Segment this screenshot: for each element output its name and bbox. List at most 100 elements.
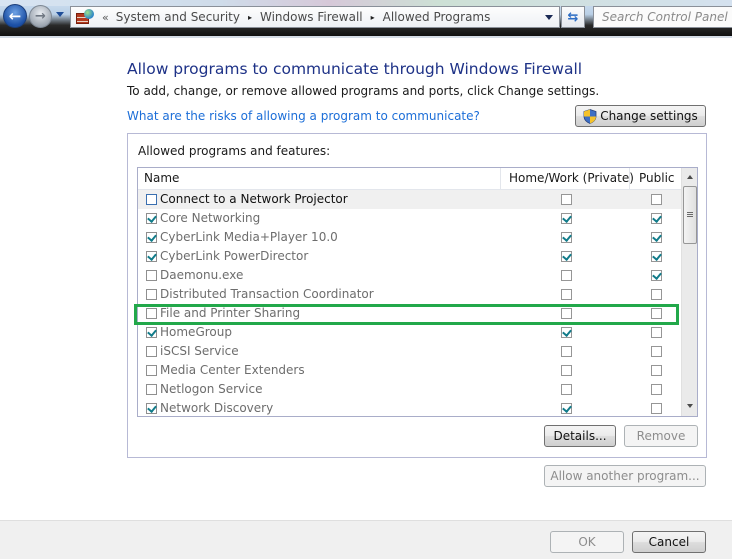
- list-header: Name Home/Work (Private) Public: [138, 168, 681, 190]
- breadcrumb-separator-icon[interactable]: ▸: [248, 13, 252, 22]
- home-work-checkbox[interactable]: [561, 289, 572, 300]
- breadcrumb-allowed-programs[interactable]: Allowed Programs: [383, 10, 491, 24]
- allowed-programs-list[interactable]: Name Home/Work (Private) Public Connect …: [137, 167, 698, 417]
- home-work-checkbox[interactable]: [561, 270, 572, 281]
- program-enabled-checkbox[interactable]: [146, 327, 157, 338]
- home-work-checkbox[interactable]: [561, 327, 572, 338]
- program-name: Core Networking: [160, 211, 261, 225]
- program-enabled-checkbox[interactable]: [146, 232, 157, 243]
- program-enabled-checkbox[interactable]: [146, 403, 157, 414]
- program-name: Netlogon Service: [160, 382, 263, 396]
- public-checkbox[interactable]: [651, 194, 662, 205]
- home-work-checkbox[interactable]: [561, 403, 572, 414]
- home-work-checkbox[interactable]: [561, 194, 572, 205]
- home-work-checkbox[interactable]: [561, 251, 572, 262]
- column-header-name[interactable]: Name: [144, 171, 179, 185]
- program-row[interactable]: File and Printer Sharing: [138, 304, 681, 323]
- refresh-button[interactable]: ⇆: [561, 6, 585, 28]
- ok-button[interactable]: OK: [550, 531, 624, 553]
- program-row[interactable]: HomeGroup: [138, 323, 681, 342]
- home-work-checkbox[interactable]: [561, 213, 572, 224]
- cancel-button[interactable]: Cancel: [632, 531, 706, 553]
- vertical-scrollbar[interactable]: [681, 168, 697, 416]
- program-row[interactable]: Netlogon Service: [138, 380, 681, 399]
- home-work-checkbox[interactable]: [561, 346, 572, 357]
- risks-help-link[interactable]: What are the risks of allowing a program…: [127, 109, 480, 123]
- program-row[interactable]: iSCSI Service: [138, 342, 681, 361]
- program-enabled-checkbox[interactable]: [146, 289, 157, 300]
- breadcrumb-windows-firewall[interactable]: Windows Firewall: [260, 10, 363, 24]
- home-work-checkbox[interactable]: [561, 384, 572, 395]
- public-checkbox[interactable]: [651, 289, 662, 300]
- home-work-checkbox[interactable]: [561, 308, 572, 319]
- home-work-checkbox[interactable]: [561, 365, 572, 376]
- column-divider[interactable]: [500, 168, 501, 190]
- public-checkbox[interactable]: [651, 251, 662, 262]
- program-enabled-checkbox[interactable]: [146, 251, 157, 262]
- public-checkbox[interactable]: [651, 213, 662, 224]
- program-row[interactable]: Daemonu.exe: [138, 266, 681, 285]
- program-name: CyberLink PowerDirector: [160, 249, 309, 263]
- scroll-down-icon[interactable]: [687, 404, 693, 408]
- program-name: Distributed Transaction Coordinator: [160, 287, 374, 301]
- allow-another-program-button[interactable]: Allow another program...: [544, 465, 706, 487]
- public-checkbox[interactable]: [651, 308, 662, 319]
- navigation-bar: ← → « System and Security ▸ Windows Fire…: [0, 0, 732, 36]
- page-subtitle: To add, change, or remove allowed progra…: [127, 84, 600, 98]
- change-settings-label: Change settings: [600, 109, 698, 123]
- scroll-up-icon[interactable]: [687, 175, 693, 179]
- firewall-icon: [76, 9, 94, 25]
- program-row[interactable]: Distributed Transaction Coordinator: [138, 285, 681, 304]
- recent-pages-dropdown-icon[interactable]: [56, 12, 64, 17]
- program-enabled-checkbox[interactable]: [146, 308, 157, 319]
- program-enabled-checkbox[interactable]: [146, 270, 157, 281]
- program-enabled-checkbox[interactable]: [146, 346, 157, 357]
- refresh-icon: ⇆: [567, 9, 579, 25]
- address-dropdown-icon[interactable]: [545, 15, 553, 20]
- program-enabled-checkbox[interactable]: [146, 194, 157, 205]
- program-enabled-checkbox[interactable]: [146, 213, 157, 224]
- address-bar[interactable]: « System and Security ▸ Windows Firewall…: [70, 6, 560, 28]
- change-settings-button[interactable]: Change settings: [575, 105, 706, 127]
- page-title: Allow programs to communicate through Wi…: [127, 60, 583, 78]
- program-row[interactable]: Network Discovery: [138, 399, 681, 416]
- program-name: iSCSI Service: [160, 344, 239, 358]
- breadcrumb-system-and-security[interactable]: System and Security: [116, 10, 240, 24]
- column-divider[interactable]: [629, 168, 630, 190]
- program-row[interactable]: Media Center Extenders: [138, 361, 681, 380]
- public-checkbox[interactable]: [651, 403, 662, 414]
- back-button[interactable]: ←: [3, 4, 27, 28]
- forward-button[interactable]: →: [29, 5, 52, 28]
- program-rows: Connect to a Network Projector Core Netwo…: [138, 190, 681, 416]
- scroll-thumb[interactable]: [683, 186, 697, 244]
- program-row[interactable]: Connect to a Network Projector: [138, 190, 681, 209]
- program-enabled-checkbox[interactable]: [146, 365, 157, 376]
- program-enabled-checkbox[interactable]: [146, 384, 157, 395]
- public-checkbox[interactable]: [651, 232, 662, 243]
- program-name: Network Discovery: [160, 401, 274, 415]
- public-checkbox[interactable]: [651, 384, 662, 395]
- forward-arrow-icon: →: [35, 9, 46, 24]
- home-work-checkbox[interactable]: [561, 232, 572, 243]
- search-input[interactable]: Search Control Panel: [593, 6, 732, 28]
- program-row[interactable]: CyberLink PowerDirector: [138, 247, 681, 266]
- overflow-chevron-icon[interactable]: «: [102, 11, 109, 24]
- public-checkbox[interactable]: [651, 346, 662, 357]
- column-header-home-work[interactable]: Home/Work (Private): [509, 171, 634, 185]
- program-row[interactable]: Core Networking: [138, 209, 681, 228]
- program-row[interactable]: CyberLink Media+Player 10.0: [138, 228, 681, 247]
- program-name: HomeGroup: [160, 325, 232, 339]
- details-button[interactable]: Details...: [544, 425, 616, 447]
- column-header-public[interactable]: Public: [639, 171, 675, 185]
- program-name: Connect to a Network Projector: [160, 192, 348, 206]
- public-checkbox[interactable]: [651, 365, 662, 376]
- allowed-programs-label: Allowed programs and features:: [138, 144, 331, 158]
- divider: [0, 36, 732, 38]
- remove-button[interactable]: Remove: [624, 425, 698, 447]
- public-checkbox[interactable]: [651, 270, 662, 281]
- breadcrumb-separator-icon[interactable]: ▸: [371, 13, 375, 22]
- back-arrow-icon: ←: [8, 6, 22, 25]
- grip-icon: [687, 212, 693, 213]
- program-name: Media Center Extenders: [160, 363, 305, 377]
- public-checkbox[interactable]: [651, 327, 662, 338]
